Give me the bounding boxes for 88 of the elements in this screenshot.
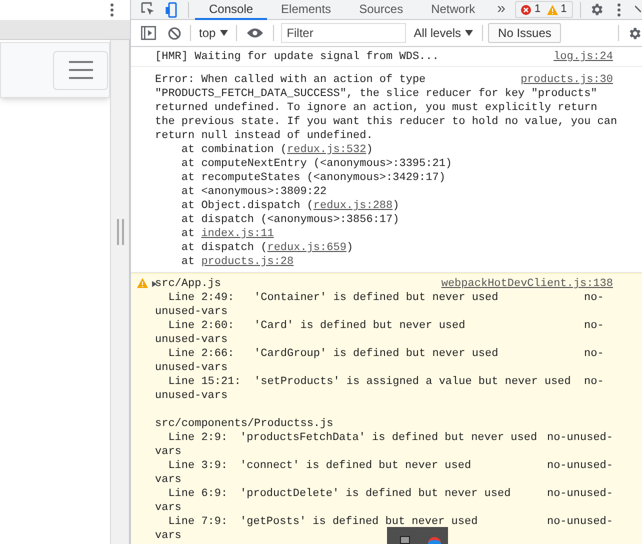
- drag-handle-icon: [116, 219, 124, 245]
- file-path: src/components/Productss.js: [155, 417, 334, 431]
- warning-count: 1: [560, 2, 567, 18]
- warning-icon: [546, 4, 558, 14]
- log-levels-dropdown[interactable]: All levels: [414, 24, 474, 42]
- error-icon: [521, 4, 532, 14]
- sidebar-toggle-icon[interactable]: [141, 26, 156, 40]
- source-link[interactable]: redux.js:659: [267, 242, 346, 254]
- error-message-line: the previous state. If you want this reducer to hold no value, you can: [155, 115, 618, 129]
- line-number: Line 2:60:: [168, 319, 236, 333]
- stack-frame: at dispatch (<anonymous>:3856:17): [155, 213, 400, 227]
- source-link[interactable]: products.js:28: [201, 256, 294, 268]
- devtools-tab[interactable]: Elements: [267, 0, 346, 20]
- source-link[interactable]: webpackHotDevClient.js:138: [441, 277, 613, 291]
- stack-frame: at Object.dispatch (redux.js:288): [155, 199, 400, 213]
- lint-message: 'CardGroup' is defined but never used: [254, 347, 500, 361]
- inspect-element-icon[interactable]: [141, 2, 156, 17]
- context-selector[interactable]: top: [199, 24, 228, 42]
- error-message-line: returned undefined. To ignore an action, you must explicitly return: [155, 101, 598, 115]
- lint-rule: vars: [155, 445, 182, 459]
- stack-frame: at computeNextEntry (<anonymous>:3395:21): [155, 157, 452, 171]
- source-link[interactable]: index.js:11: [201, 228, 274, 240]
- lint-rule: vars: [155, 473, 182, 487]
- issue-counter[interactable]: 1 1: [515, 1, 573, 18]
- lint-rule: no-: [584, 319, 604, 333]
- lint-rule: vars: [155, 501, 182, 515]
- taskbar-thumbnail[interactable]: [387, 527, 448, 544]
- window-icon: [400, 536, 410, 544]
- clear-console-icon[interactable]: [168, 26, 181, 40]
- lint-message: 'productDelete' is defined but never used: [240, 487, 512, 501]
- error-message-line: return null instead of undefined.: [155, 129, 373, 143]
- issues-button[interactable]: No Issues: [488, 23, 562, 43]
- line-number: Line 2:66:: [168, 347, 236, 361]
- lint-rule: unused-vars: [155, 361, 228, 375]
- lint-message: 'getPosts' is defined but never used: [240, 515, 479, 529]
- stack-frame: at products.js:28: [155, 255, 294, 269]
- lint-rule: no-: [584, 375, 604, 389]
- line-number: Line 6:9:: [168, 487, 229, 501]
- lint-rule: vars: [155, 529, 182, 543]
- browser-icon: [428, 537, 441, 544]
- filter-field[interactable]: Filter: [280, 23, 406, 43]
- kebab-menu-icon[interactable]: [616, 2, 621, 16]
- line-number: Line 2:49:: [168, 291, 236, 305]
- menu-button[interactable]: [53, 50, 108, 90]
- stack-frame: at recomputeStates (<anonymous>:3429:17): [155, 171, 446, 185]
- lint-rule: no-: [584, 347, 604, 361]
- dropdown-arrow-icon: [465, 30, 474, 36]
- lint-message: 'productsFetchData' is defined but never used: [240, 431, 538, 445]
- source-link[interactable]: log.js:24: [554, 50, 613, 64]
- menu-icon: [68, 61, 92, 79]
- line-number: Line 3:9:: [168, 459, 229, 473]
- lint-rule: unused-vars: [155, 333, 228, 347]
- dropdown-arrow-icon: [220, 30, 228, 36]
- source-link[interactable]: products.js:30: [520, 73, 613, 87]
- file-path: src/App.js: [155, 277, 222, 291]
- stack-frame: at index.js:11: [155, 227, 274, 241]
- lint-rule: no-unused-: [546, 487, 613, 501]
- error-count: 1: [534, 2, 541, 18]
- lint-rule: no-unused-: [546, 515, 613, 529]
- lint-rule: no-unused-: [546, 459, 613, 473]
- lint-rule: unused-vars: [155, 389, 228, 403]
- devtools-tab[interactable]: Network: [417, 0, 490, 20]
- lint-message: 'Card' is defined but never used: [254, 319, 466, 333]
- stack-frame: at combination (redux.js:532): [155, 143, 373, 157]
- stack-frame: at <anonymous>:3809:22: [155, 185, 327, 199]
- lint-message: 'setProducts' is assigned a value but never used: [254, 375, 572, 389]
- kebab-menu-icon[interactable]: [110, 3, 114, 17]
- lint-message: 'Container' is defined but never used: [254, 291, 500, 305]
- lint-rule: no-unused-: [546, 431, 613, 445]
- line-number: Line 15:21:: [168, 375, 242, 389]
- log-message: [HMR] Waiting for update signal from WDS...: [155, 50, 439, 64]
- line-number: Line 2:9:: [168, 431, 229, 445]
- device-toolbar-icon[interactable]: [165, 2, 177, 18]
- lint-message: 'connect' is defined but never used: [240, 459, 472, 473]
- source-link[interactable]: redux.js:532: [287, 144, 366, 156]
- error-message-line: "PRODUCTS_FETCH_DATA_SUCCESS", the slice reducer for key "products": [155, 87, 598, 101]
- warning-icon: [137, 278, 148, 288]
- source-link[interactable]: redux.js:288: [313, 200, 393, 212]
- error-message-line: Error: When called with an action of type: [155, 73, 426, 87]
- expand-triangle-icon[interactable]: [152, 281, 157, 287]
- line-number: Line 7:9:: [168, 515, 229, 529]
- more-tabs-icon[interactable]: »: [497, 0, 506, 21]
- stack-frame: at dispatch (redux.js:659): [155, 241, 354, 255]
- lint-rule: unused-vars: [155, 305, 228, 319]
- devtools-tab[interactable]: Sources: [345, 0, 418, 20]
- settings-icon[interactable]: [627, 26, 642, 40]
- eye-icon[interactable]: [246, 28, 263, 38]
- lint-rule: no-: [584, 291, 604, 305]
